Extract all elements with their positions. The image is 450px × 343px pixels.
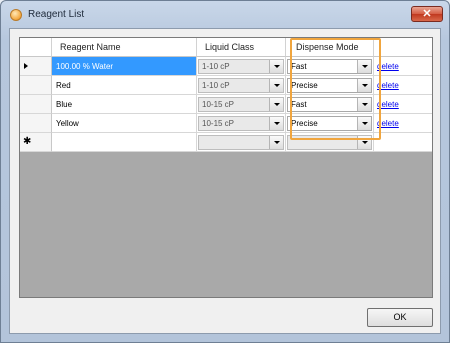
chevron-down-icon[interactable] xyxy=(269,79,283,92)
liquid-class-cell[interactable]: 10-15 cP xyxy=(197,114,286,133)
dispense-mode-combo[interactable]: Fast xyxy=(287,97,372,112)
reagent-list-window: Reagent List ✕ Reagent Name Liquid Class… xyxy=(0,0,450,343)
table-row[interactable]: Red 1-10 cP Precise delete xyxy=(20,76,432,95)
row-pointer-icon xyxy=(24,63,28,69)
row-header[interactable] xyxy=(20,114,52,133)
delete-link[interactable]: delete xyxy=(377,100,399,109)
row-header[interactable]: ✱ xyxy=(20,133,52,152)
action-cell: delete xyxy=(374,57,432,76)
reagent-name-cell[interactable]: 100.00 % Water xyxy=(52,57,197,76)
window-title: Reagent List xyxy=(28,9,85,20)
dispense-mode-combo[interactable]: Precise xyxy=(287,116,372,131)
chevron-down-icon[interactable] xyxy=(269,60,283,73)
app-icon xyxy=(10,9,22,21)
liquid-class-combo[interactable]: 1-10 cP xyxy=(198,78,284,93)
dispense-mode-cell[interactable]: Precise xyxy=(286,76,374,95)
dispense-mode-combo[interactable] xyxy=(287,135,372,150)
liquid-class-cell[interactable]: 1-10 cP xyxy=(197,76,286,95)
title-bar[interactable]: Reagent List ✕ xyxy=(1,1,449,27)
reagent-name-cell[interactable] xyxy=(52,133,197,152)
row-header[interactable] xyxy=(20,76,52,95)
liquid-class-combo[interactable]: 1-10 cP xyxy=(198,59,284,74)
liquid-class-combo[interactable]: 10-15 cP xyxy=(198,97,284,112)
chevron-down-icon[interactable] xyxy=(357,117,371,130)
row-header[interactable] xyxy=(20,57,52,76)
reagent-name-cell[interactable]: Red xyxy=(52,76,197,95)
dispense-mode-cell[interactable]: Precise xyxy=(286,114,374,133)
table-row[interactable]: Yellow 10-15 cP Precise delete xyxy=(20,114,432,133)
reagent-grid[interactable]: Reagent Name Liquid Class Dispense Mode … xyxy=(19,37,433,298)
liquid-class-combo[interactable] xyxy=(198,135,284,150)
chevron-down-icon[interactable] xyxy=(357,79,371,92)
action-cell xyxy=(374,133,432,152)
liquid-class-cell[interactable] xyxy=(197,133,286,152)
delete-link[interactable]: delete xyxy=(377,81,399,90)
chevron-down-icon[interactable] xyxy=(357,98,371,111)
dispense-mode-cell[interactable]: Fast xyxy=(286,95,374,114)
dispense-mode-cell[interactable]: Fast xyxy=(286,57,374,76)
table-row[interactable]: 100.00 % Water 1-10 cP Fast delete xyxy=(20,57,432,76)
header-dispense-mode[interactable]: Dispense Mode xyxy=(286,38,374,57)
delete-link[interactable]: delete xyxy=(377,62,399,71)
liquid-class-combo[interactable]: 10-15 cP xyxy=(198,116,284,131)
header-reagent-name[interactable]: Reagent Name xyxy=(52,38,197,57)
row-header[interactable] xyxy=(20,95,52,114)
ok-button[interactable]: OK xyxy=(367,308,433,327)
liquid-class-cell[interactable]: 1-10 cP xyxy=(197,57,286,76)
dispense-mode-combo[interactable]: Fast xyxy=(287,59,372,74)
action-cell: delete xyxy=(374,76,432,95)
chevron-down-icon[interactable] xyxy=(357,136,371,149)
new-row[interactable]: ✱ xyxy=(20,133,432,152)
action-cell: delete xyxy=(374,95,432,114)
chevron-down-icon[interactable] xyxy=(269,136,283,149)
delete-link[interactable]: delete xyxy=(377,119,399,128)
table-row[interactable]: Blue 10-15 cP Fast delete xyxy=(20,95,432,114)
dispense-mode-combo[interactable]: Precise xyxy=(287,78,372,93)
new-row-icon: ✱ xyxy=(23,136,32,147)
liquid-class-cell[interactable]: 10-15 cP xyxy=(197,95,286,114)
header-liquid-class[interactable]: Liquid Class xyxy=(197,38,286,57)
header-action xyxy=(374,38,432,57)
chevron-down-icon[interactable] xyxy=(357,60,371,73)
action-cell: delete xyxy=(374,114,432,133)
chevron-down-icon[interactable] xyxy=(269,98,283,111)
reagent-name-cell[interactable]: Yellow xyxy=(52,114,197,133)
dialog-body: Reagent Name Liquid Class Dispense Mode … xyxy=(9,28,441,334)
close-button[interactable]: ✕ xyxy=(411,6,443,22)
reagent-name-cell[interactable]: Blue xyxy=(52,95,197,114)
dispense-mode-cell[interactable] xyxy=(286,133,374,152)
chevron-down-icon[interactable] xyxy=(269,117,283,130)
corner-header xyxy=(20,38,52,57)
